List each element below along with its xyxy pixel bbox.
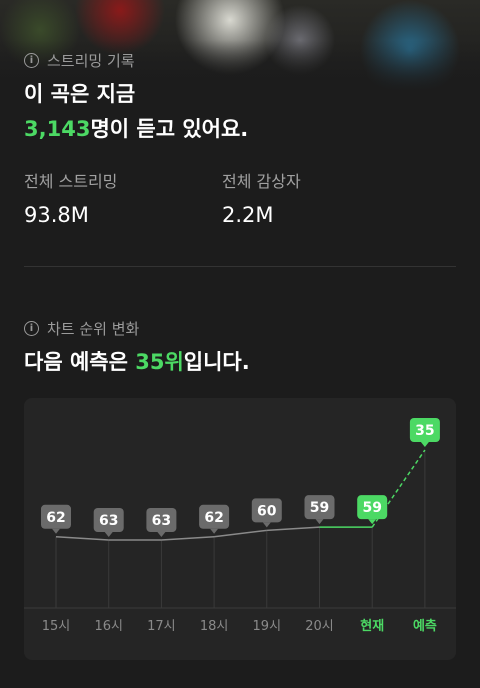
streaming-section-title: 스트리밍 기록 (47, 52, 135, 70)
total-streams-label: 전체 스트리밍 (24, 172, 118, 191)
rank-badge-pointer (104, 532, 113, 537)
chart-section-label: i 차트 순위 변화 (24, 318, 139, 339)
rank-badge-pointer (368, 519, 377, 525)
rank-badge-pointer (210, 528, 219, 534)
rank-badge-pointer (52, 528, 60, 534)
listeners-now-count: 3,143 (24, 117, 91, 141)
rank-badge-pointer (315, 519, 324, 525)
listeners-now-suffix: 명이 듣고 있어요. (90, 117, 249, 141)
rank-value-label: 60 (257, 503, 277, 519)
total-listeners-value: 2.2M (222, 203, 274, 227)
x-tick-label: 20시 (305, 619, 334, 634)
rank-value-label: 62 (46, 510, 65, 526)
prediction-suffix: 입니다. (183, 350, 250, 374)
rank-value-label: 63 (152, 513, 171, 529)
rank-line-segment (55, 536, 109, 541)
x-tick-label: 18시 (200, 619, 229, 634)
x-tick-label: 19시 (253, 619, 282, 634)
rank-line-segment (214, 529, 267, 538)
x-tick-label: 17시 (147, 619, 176, 634)
rank-badge-pointer (420, 442, 429, 447)
total-listeners-label: 전체 감상자 (222, 172, 301, 191)
rank-chart-card: 62 63 63 62 60 59 59 35 15시 16시 17시 18시 19시 20시 현재 예측 (24, 398, 456, 660)
rank-value-label: 59 (362, 500, 381, 516)
streaming-headline-line1: 이 곡은 지금 (24, 82, 136, 106)
chart-section-title: 차트 순위 변화 (47, 320, 140, 338)
info-icon[interactable]: i (24, 321, 39, 336)
x-tick-label: 현재 (360, 618, 384, 634)
rank-value-label: 63 (99, 513, 118, 529)
rank-value-label: 59 (310, 500, 329, 516)
chart-prediction-headline: 다음 예측은 35위입니다. (24, 346, 250, 376)
rank-badge-pointer (157, 532, 166, 537)
rank-line-segment (266, 526, 320, 532)
total-streams-value: 93.8M (24, 203, 89, 227)
x-tick-label: 예측 (413, 618, 437, 634)
streaming-headline-line2: 3,143명이 듣고 있어요. (24, 113, 248, 143)
section-divider (24, 266, 456, 267)
info-icon[interactable]: i (24, 53, 39, 68)
x-tick-label: 15시 (42, 619, 71, 634)
rank-line-segment (161, 536, 215, 541)
rank-badge-pointer (262, 522, 271, 528)
rank-value-label: 35 (415, 423, 434, 439)
rank-chart: 62 63 63 62 60 59 59 35 15시 16시 17시 18시 19시 20시 현재 예측 (24, 418, 456, 634)
streaming-section-label: i 스트리밍 기록 (24, 50, 135, 71)
rank-value-label: 62 (204, 510, 223, 526)
predicted-rank: 35위 (135, 350, 184, 374)
x-tick-label: 16시 (94, 619, 123, 634)
prediction-prefix: 다음 예측은 (24, 350, 136, 374)
